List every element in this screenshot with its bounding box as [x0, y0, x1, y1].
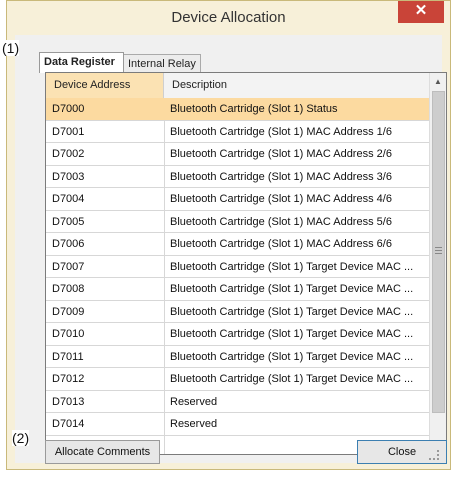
description-cell: Bluetooth Cartridge (Slot 1) MAC Address… [170, 125, 392, 138]
tab-data-register[interactable]: Data Register [39, 52, 124, 73]
table-row[interactable]: D7005 Bluetooth Cartridge (Slot 1) MAC Ad… [46, 211, 430, 233]
callout-label-1: (1) [2, 40, 20, 56]
device-address-cell: D7008 [52, 283, 85, 295]
device-address-cell: D7011 [52, 350, 84, 363]
column-header-device-address[interactable]: Device Address [46, 73, 164, 98]
description-cell: Bluetooth Cartridge (Slot 1) Target Devi… [170, 373, 414, 385]
description-cell: Reserved [170, 418, 218, 430]
tab-internal-relay[interactable]: Internal Relay [124, 54, 201, 73]
description-cell: Bluetooth Cartridge (Slot 1) Target Devi… [170, 305, 414, 318]
description-cell: Bluetooth Cartridge (Slot 1) Target Devi… [170, 328, 414, 340]
table-body: D7000 Bluetooth Cartridge (Slot 1) Status… [46, 98, 430, 436]
description-cell: Reserved [170, 395, 218, 408]
dialog-client-area: Data Register Internal Relay Device Addr… [15, 35, 447, 464]
device-address-cell: D7013 [52, 395, 85, 408]
table-row[interactable]: D7013 Reserved [46, 391, 430, 413]
table-row[interactable]: D7001 Bluetooth Cartridge (Slot 1) MAC Ad… [46, 121, 430, 143]
device-address-cell: D7004 [52, 193, 85, 205]
description-cell: Bluetooth Cartridge (Slot 1) Target Devi… [170, 260, 414, 273]
table-row[interactable]: D7012 Bluetooth Cartridge (Slot 1) Target… [46, 368, 430, 391]
column-header-description[interactable]: Description [164, 73, 430, 98]
table-row[interactable]: D7007 Bluetooth Cartridge (Slot 1) Target… [46, 256, 430, 278]
device-address-cell: D7012 [52, 373, 85, 385]
device-address-cell: D7009 [52, 305, 85, 318]
table-row[interactable]: D7000 Bluetooth Cartridge (Slot 1) Status [46, 98, 430, 121]
description-cell: Bluetooth Cartridge (Slot 1) MAC Address… [170, 148, 392, 160]
thumb-grip-icon [435, 247, 442, 248]
description-cell: Bluetooth Cartridge (Slot 1) Status [170, 103, 338, 115]
title-bar[interactable]: Device Allocation ✕ [7, 1, 450, 35]
table-row[interactable]: D7006 Bluetooth Cartridge (Slot 1) MAC Ad… [46, 233, 430, 256]
description-cell: Bluetooth Cartridge (Slot 1) Target Devi… [170, 283, 414, 295]
description-cell: Bluetooth Cartridge (Slot 1) Target Devi… [170, 350, 414, 363]
table-row[interactable]: D7010 Bluetooth Cartridge (Slot 1) Target… [46, 323, 430, 346]
device-address-cell: D7007 [52, 260, 85, 273]
table-header: Device Address Description [46, 73, 430, 99]
table-row[interactable]: D7011 Bluetooth Cartridge (Slot 1) Target… [46, 346, 430, 368]
device-address-cell: D7010 [52, 328, 85, 340]
description-cell: Bluetooth Cartridge (Slot 1) MAC Address… [170, 215, 392, 228]
device-address-cell: D7000 [52, 103, 85, 115]
table-row[interactable]: D7014 Reserved [46, 413, 430, 436]
table-row[interactable]: D7008 Bluetooth Cartridge (Slot 1) Target… [46, 278, 430, 301]
device-address-cell: D7005 [52, 215, 85, 228]
table-row[interactable]: D7009 Bluetooth Cartridge (Slot 1) Target… [46, 301, 430, 323]
close-icon[interactable]: ✕ [398, 1, 444, 23]
vertical-scrollbar[interactable]: ▲ ▼ [429, 73, 446, 454]
callout-label-2: (2) [12, 430, 30, 446]
window-title: Device Allocation [171, 9, 286, 26]
table-row[interactable]: D7004 Bluetooth Cartridge (Slot 1) MAC Ad… [46, 188, 430, 211]
resize-grip-icon[interactable] [429, 450, 439, 460]
table-row[interactable]: D7003 Bluetooth Cartridge (Slot 1) MAC Ad… [46, 166, 430, 188]
table-row[interactable]: D7002 Bluetooth Cartridge (Slot 1) MAC Ad… [46, 143, 430, 166]
description-cell: Bluetooth Cartridge (Slot 1) MAC Address… [170, 170, 392, 183]
device-address-cell: D7003 [52, 170, 85, 183]
scroll-up-arrow-icon[interactable]: ▲ [430, 73, 446, 90]
scrollbar-thumb[interactable] [432, 91, 445, 413]
description-cell: Bluetooth Cartridge (Slot 1) MAC Address… [170, 193, 392, 205]
allocate-comments-button[interactable]: Allocate Comments [45, 440, 160, 464]
device-address-cell: D7001 [52, 125, 85, 138]
device-address-cell: D7002 [52, 148, 85, 160]
device-address-cell: D7014 [52, 418, 85, 430]
description-cell: Bluetooth Cartridge (Slot 1) MAC Address… [170, 238, 392, 250]
device-address-cell: D7006 [52, 238, 85, 250]
device-allocation-window: Device Allocation ✕ Data Register Intern… [6, 0, 451, 470]
device-table: Device Address Description D7000 Bluetoot… [45, 72, 447, 455]
